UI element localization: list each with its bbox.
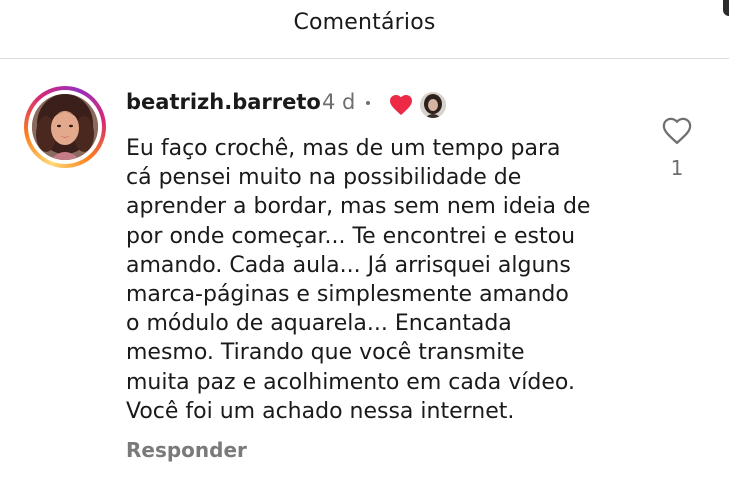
creator-avatar (420, 92, 446, 118)
comment-line: o módulo de aquarela... Encantada (126, 311, 512, 337)
comment-line: mesmo. Tirando que você transmite (126, 340, 525, 366)
comment-body: Eu faço crochê, mas de um tempo para cá … (126, 134, 646, 426)
comment-username[interactable]: beatrizh.barreto (126, 90, 321, 114)
heart-filled-icon (390, 95, 412, 115)
comment-time: 4 d (322, 90, 356, 114)
creator-avatar-image (420, 92, 446, 118)
comment-line: por onde começar... Te encontrei e estou (126, 223, 576, 249)
avatar-portrait (32, 94, 98, 160)
comment-line: muita paz e acolhimento em cada vídeo. (126, 369, 575, 395)
avatar[interactable] (24, 86, 106, 168)
comments-sheet: Comentários beatrizh.barreto 4 d Eu faço… (0, 0, 729, 477)
reply-button[interactable]: Responder (126, 438, 247, 462)
heart-outline-icon[interactable] (660, 116, 694, 146)
meta-separator-dot (366, 101, 370, 105)
sheet-title: Comentários (293, 10, 436, 35)
like-count: 1 (670, 156, 684, 180)
header-divider (0, 58, 729, 59)
comment-line: marca-páginas e simplesmente amando (126, 282, 569, 308)
comment-line: amando. Cada aula... Já arrisquei alguns (126, 252, 571, 278)
avatar-photo (32, 94, 98, 160)
comment-line: Você foi um achado nessa internet. (126, 398, 515, 424)
comment-line: aprender a bordar, mas sem nem ideia de (126, 194, 591, 220)
comment-line: cá pensei muito na possibilidade de (126, 165, 522, 191)
comment-line: Eu faço crochê, mas de um tempo para (126, 136, 561, 161)
